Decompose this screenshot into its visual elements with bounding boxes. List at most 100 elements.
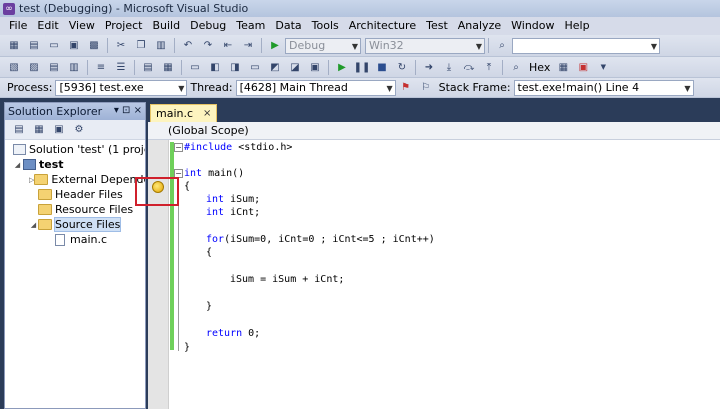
paste-icon[interactable]: ▥ <box>153 38 169 54</box>
menu-test[interactable]: Test <box>421 17 453 35</box>
bookmark-clear-icon[interactable]: ◩ <box>267 59 283 75</box>
flag-icon[interactable]: ⚑ <box>398 80 414 96</box>
expanded-triangle-icon[interactable]: ◢ <box>13 161 22 169</box>
save-all-icon[interactable]: ▩ <box>86 38 102 54</box>
process-select[interactable]: [5936] test.exe ▼ <box>55 79 188 96</box>
tab-label: main.c <box>156 107 194 120</box>
properties-icon[interactable]: ▤ <box>11 122 27 138</box>
code-keyword: int <box>206 194 225 205</box>
menu-debug[interactable]: Debug <box>185 17 231 35</box>
flag-threads-icon[interactable]: ⚐ <box>418 80 434 96</box>
menu-help[interactable]: Help <box>560 17 595 35</box>
menu-window[interactable]: Window <box>506 17 559 35</box>
debug-tool-icon[interactable]: ▥ <box>66 59 82 75</box>
comment-icon[interactable]: ▤ <box>140 59 156 75</box>
copy-icon[interactable]: ❐ <box>133 38 149 54</box>
toolbar-separator <box>87 59 88 75</box>
bookmark-next-icon[interactable]: ◨ <box>227 59 243 75</box>
undo-icon[interactable]: ↶ <box>180 38 196 54</box>
bookmark-folder-icon[interactable]: ▭ <box>247 59 263 75</box>
restart-icon[interactable]: ↻ <box>394 59 410 75</box>
solution-config-select[interactable]: Debug ▼ <box>285 37 361 54</box>
chevron-down-icon: ▼ <box>386 83 393 93</box>
code-keyword: int <box>206 207 225 218</box>
tab-main-c[interactable]: main.c × <box>150 104 218 122</box>
tree-item-header-files[interactable]: Header Files <box>5 187 145 202</box>
thread-value: [4628] Main Thread <box>239 81 348 94</box>
debug-tool-icon[interactable]: ▧ <box>6 59 22 75</box>
toolbar-separator <box>181 59 182 75</box>
thread-select[interactable]: [4628] Main Thread ▼ <box>235 79 396 96</box>
tree-item-resource-files[interactable]: Resource Files <box>5 202 145 217</box>
new-project-icon[interactable]: ▦ <box>6 38 22 54</box>
navigate-forward-icon[interactable]: ⇥ <box>240 38 256 54</box>
stack-frame-value: test.exe!main() Line 4 <box>517 81 640 94</box>
collapse-toggle-icon[interactable]: − <box>174 143 183 152</box>
refresh-icon[interactable]: ▣ <box>51 122 67 138</box>
bookmark-tool-icon[interactable]: ◪ <box>287 59 303 75</box>
windows-icon[interactable]: ▦ <box>555 59 571 75</box>
step-out-icon[interactable]: ⤒ <box>481 59 497 75</box>
bookmark-prev-icon[interactable]: ◧ <box>207 59 223 75</box>
code-line-4: int iSum; <box>206 194 260 205</box>
tree-item-external-dependencies[interactable]: ▷ External Dependencies <box>5 172 145 187</box>
project-icon <box>22 159 36 171</box>
scope-dropdown[interactable]: (Global Scope) <box>148 122 720 140</box>
redo-icon[interactable]: ↷ <box>200 38 216 54</box>
show-all-files-icon[interactable]: ▦ <box>31 122 47 138</box>
pin-icon[interactable]: ▾ ⊡ × <box>114 105 142 116</box>
menu-edit[interactable]: Edit <box>32 17 63 35</box>
start-debugging-icon[interactable]: ▶ <box>267 38 283 54</box>
navigate-icon[interactable]: ⇤ <box>220 38 236 54</box>
menu-architecture[interactable]: Architecture <box>344 17 421 35</box>
menu-project[interactable]: Project <box>100 17 148 35</box>
bookmark-tool-icon[interactable]: ▣ <box>307 59 323 75</box>
code-text: 0; <box>242 328 261 339</box>
bookmark-icon[interactable]: ▭ <box>187 59 203 75</box>
find-icon[interactable]: ⌕ <box>494 38 510 54</box>
chevron-down-icon[interactable]: ▼ <box>595 59 611 75</box>
tree-item-main-c[interactable]: main.c <box>5 232 145 247</box>
step-over-icon[interactable]: ⤼ <box>461 59 477 75</box>
step-into-icon[interactable]: ⤓ <box>441 59 457 75</box>
menu-build[interactable]: Build <box>147 17 185 35</box>
class-diagram-icon[interactable]: ⚙ <box>71 122 87 138</box>
standard-toolbar: ▦ ▤ ▭ ▣ ▩ ✂ ❐ ▥ ↶ ↷ ⇤ ⇥ ▶ Debug ▼ Win32 … <box>0 35 720 57</box>
close-icon[interactable]: × <box>203 108 211 119</box>
menu-analyze[interactable]: Analyze <box>453 17 506 35</box>
menu-data[interactable]: Data <box>270 17 306 35</box>
expanded-triangle-icon[interactable]: ◢ <box>29 221 38 229</box>
output-icon[interactable]: ▣ <box>575 59 591 75</box>
find-combo[interactable]: ▼ <box>512 37 660 54</box>
menu-view[interactable]: View <box>64 17 100 35</box>
quickwatch-icon[interactable]: ⌕ <box>508 59 524 75</box>
uncomment-icon[interactable]: ▦ <box>160 59 176 75</box>
menu-team[interactable]: Team <box>231 17 270 35</box>
add-item-icon[interactable]: ▤ <box>26 38 42 54</box>
tree-item-label: test <box>39 158 64 171</box>
stop-debugging-icon[interactable]: ■ <box>374 59 390 75</box>
open-folder-icon[interactable]: ▭ <box>46 38 62 54</box>
save-icon[interactable]: ▣ <box>66 38 82 54</box>
folder-icon <box>38 204 52 216</box>
break-all-icon[interactable]: ❚❚ <box>354 59 371 75</box>
menu-file[interactable]: File <box>4 17 32 35</box>
chevron-down-icon: ▼ <box>475 41 482 51</box>
continue-icon[interactable]: ▶ <box>334 59 350 75</box>
indent-icon[interactable]: ≡ <box>93 59 109 75</box>
debug-tool-icon[interactable]: ▨ <box>26 59 42 75</box>
code-editor[interactable]: − − #include <stdio.h> int main() { int … <box>148 140 720 409</box>
tree-item-solution[interactable]: Solution 'test' (1 project) <box>5 142 145 157</box>
cut-icon[interactable]: ✂ <box>113 38 129 54</box>
outdent-icon[interactable]: ☰ <box>113 59 129 75</box>
hex-toggle[interactable]: Hex <box>529 61 550 74</box>
tree-item-project[interactable]: ◢ test <box>5 157 145 172</box>
debug-tool-icon[interactable]: ▤ <box>46 59 62 75</box>
stack-frame-select[interactable]: test.exe!main() Line 4 ▼ <box>513 79 694 96</box>
show-next-statement-icon[interactable]: ➜ <box>421 59 437 75</box>
code-text: iCnt; <box>224 207 261 218</box>
tree-item-source-files[interactable]: ◢ Source Files <box>5 217 145 232</box>
menu-bar: File Edit View Project Build Debug Team … <box>0 17 720 35</box>
solution-platform-select[interactable]: Win32 ▼ <box>365 37 485 54</box>
menu-tools[interactable]: Tools <box>307 17 344 35</box>
